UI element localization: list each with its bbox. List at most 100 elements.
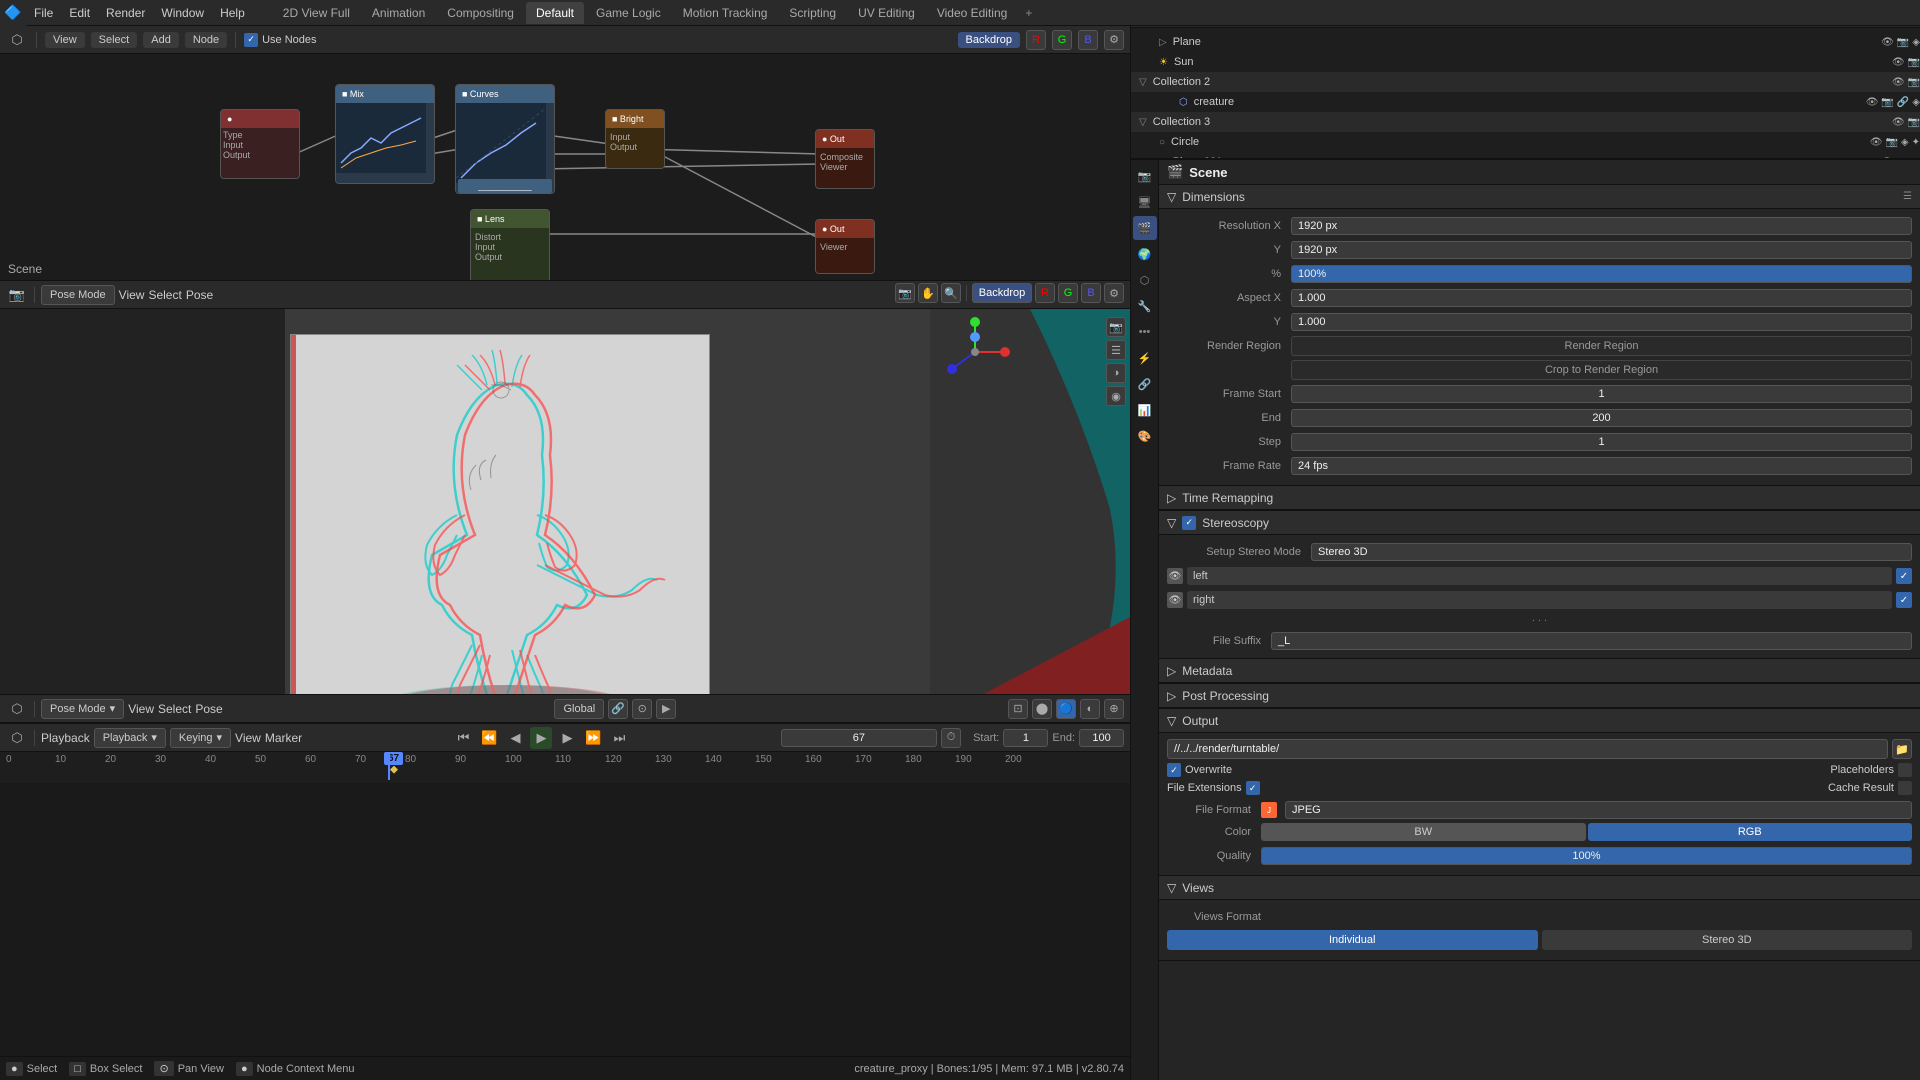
prop-tab-particles[interactable]: ••• (1133, 320, 1157, 344)
node-settings-icon[interactable]: ⚙ (1104, 30, 1124, 50)
cache-result-checkbox[interactable] (1898, 781, 1912, 795)
tab-video-editing[interactable]: Video Editing (927, 2, 1018, 24)
outliner-item-collection2[interactable]: ▽ Collection 2 👁 📷 (1131, 72, 1920, 92)
prop-tab-scene[interactable]: 🎬 (1133, 216, 1157, 240)
menu-edit[interactable]: Edit (61, 0, 98, 26)
node-add-menu[interactable]: Add (143, 32, 179, 48)
prop-tab-output[interactable]: 🖥 (1133, 190, 1157, 214)
menu-render[interactable]: Render (98, 0, 153, 26)
backdrop-btn[interactable]: Backdrop (958, 32, 1020, 48)
pl001-camera-icon[interactable]: 📷 (1896, 157, 1908, 159)
outliner-item-plane001[interactable]: ▷ Plane.001 👁 📷 ✦ (1131, 152, 1920, 158)
viewport-pose-btn[interactable]: Pose (186, 288, 213, 302)
pl001-eye-icon[interactable]: 👁 (1880, 157, 1893, 159)
res-y-value[interactable]: 1920 px (1291, 241, 1912, 259)
pose-mode-icon[interactable]: ⬡ (6, 698, 28, 720)
render-region-btn[interactable]: Render Region (1291, 336, 1912, 356)
timeline-icon[interactable]: ⬡ (6, 727, 28, 749)
pose-mode-dropdown[interactable]: Pose Mode (41, 285, 115, 305)
rgb-btn[interactable]: RGB (1588, 823, 1913, 841)
tab-default[interactable]: Default (526, 2, 584, 24)
prop-tab-data[interactable]: 📊 (1133, 398, 1157, 422)
proportional-edit-btn[interactable]: ⊙ (632, 699, 652, 719)
creature-camera-icon[interactable]: 📷 (1881, 97, 1893, 108)
res-pct-value[interactable]: 100% (1291, 265, 1912, 283)
snap-btn[interactable]: 🔗 (608, 699, 628, 719)
file-ext-checkbox[interactable]: ✓ (1246, 781, 1260, 795)
coll3-eye-icon[interactable]: 👁 (1892, 117, 1905, 128)
vp-solid-btn[interactable]: ⬤ (1032, 699, 1052, 719)
node-box-1[interactable]: ● Type Input Output (220, 109, 300, 179)
viewport-canvas[interactable]: Camera Perspective (67) creature_proxy :… (0, 309, 1130, 722)
bw-btn[interactable]: BW (1261, 823, 1586, 841)
tab-animation[interactable]: Animation (362, 2, 435, 24)
node-box-7[interactable]: ● Out Viewer (815, 219, 875, 274)
vp-more-btn[interactable]: ⊕ (1104, 699, 1124, 719)
file-format-value[interactable]: JPEG (1285, 801, 1912, 819)
pl001-extra-icon[interactable]: ✦ (1912, 157, 1920, 159)
vp-wire-btn[interactable]: ⊡ (1008, 699, 1028, 719)
viewport-view-btn[interactable]: View (119, 288, 145, 302)
time-remapping-header[interactable]: ▷ Time Remapping (1159, 486, 1920, 510)
tl-view-btn[interactable]: View (235, 731, 261, 745)
jump-end-btn[interactable]: ⏭ (608, 727, 630, 749)
vp-shading-btn[interactable]: ◑ (1106, 363, 1126, 383)
output-path-field[interactable]: //../../render/turntable/ (1167, 739, 1888, 759)
prop-tab-modifier[interactable]: 🔧 (1133, 294, 1157, 318)
jump-start-btn[interactable]: ⏮ (452, 727, 474, 749)
add-workspace-button[interactable]: + (1019, 6, 1038, 20)
circle-eye-icon[interactable]: 👁 (1870, 137, 1883, 148)
timeline-ruler[interactable]: 0 10 20 30 40 50 60 70 80 90 100 110 120… (0, 752, 1130, 780)
playback-btn[interactable]: Playback (41, 731, 90, 745)
left-eye-check[interactable]: ✓ (1896, 568, 1912, 584)
plane-camera-icon[interactable]: 📷 (1897, 37, 1909, 48)
node-box-4[interactable]: ■ Bright Input Output (605, 109, 665, 169)
outliner-item-circle[interactable]: ○ Circle 👁 📷 ◈ ✦ (1131, 132, 1920, 152)
frame-end-value[interactable]: 200 (1291, 409, 1912, 427)
end-frame-field[interactable]: 100 (1079, 729, 1124, 747)
keying-dropdown[interactable]: Keying ▾ (170, 728, 231, 748)
node-b-icon[interactable]: B (1078, 30, 1098, 50)
tab-2d-view-full[interactable]: 2D View Full (273, 2, 360, 24)
individual-btn[interactable]: Individual (1167, 930, 1538, 950)
right-eye-check[interactable]: ✓ (1896, 592, 1912, 608)
pose-view-btn[interactable]: View (128, 702, 154, 716)
frame-rate-value[interactable]: 24 fps (1291, 457, 1912, 475)
creature-extra-icon[interactable]: ◈ (1912, 97, 1920, 108)
aspect-y-value[interactable]: 1.000 (1291, 313, 1912, 331)
viewport-backdrop-btn[interactable]: Backdrop (972, 283, 1032, 303)
outliner-item-plane[interactable]: ▷ Plane 👁 📷 ◈ (1131, 32, 1920, 52)
output-header[interactable]: ▽ Output (1159, 709, 1920, 733)
use-nodes-checkbox[interactable]: ✓ (244, 33, 258, 47)
prev-keyframe-btn[interactable]: ⏪ (478, 727, 500, 749)
node-editor-type-icon[interactable]: ⬡ (6, 29, 28, 51)
res-x-value[interactable]: 1920 px (1291, 217, 1912, 235)
vp-rendered-btn[interactable]: ◐ (1080, 699, 1100, 719)
stereo-3d-btn[interactable]: Stereo 3D (1542, 930, 1913, 950)
node-box-2[interactable]: ■ Mix (335, 84, 435, 184)
tab-motion-tracking[interactable]: Motion Tracking (673, 2, 778, 24)
coll2-camera-icon[interactable]: 📷 (1908, 77, 1920, 88)
menu-help[interactable]: Help (212, 0, 253, 26)
tab-game-logic[interactable]: Game Logic (586, 2, 671, 24)
plane-eye-icon[interactable]: 👁 (1881, 37, 1894, 48)
sync-btn[interactable]: ⏱ (941, 728, 961, 748)
file-suffix-value[interactable]: _L (1271, 632, 1912, 650)
frame-start-value[interactable]: 1 (1291, 385, 1912, 403)
node-box-6[interactable]: ■ Lens Distort Input Output (470, 209, 550, 281)
transform-gizmo[interactable] (940, 317, 1010, 387)
stereoscopy-checkbox[interactable]: ✓ (1182, 516, 1196, 530)
vp-g-btn[interactable]: G (1058, 283, 1078, 303)
vp-camera-view-btn[interactable]: 📷 (1106, 317, 1126, 337)
step-back-btn[interactable]: ◀ (504, 727, 526, 749)
quality-value[interactable]: 100% (1261, 847, 1912, 865)
aspect-x-value[interactable]: 1.000 (1291, 289, 1912, 307)
metadata-header[interactable]: ▷ Metadata (1159, 659, 1920, 683)
step-forward-btn[interactable]: ▶ (556, 727, 578, 749)
dimensions-header[interactable]: ▽ Dimensions ☰ (1159, 185, 1920, 209)
outliner-item-sun[interactable]: ☀ Sun 👁 📷 (1131, 52, 1920, 72)
vp-lk-btn[interactable]: 🔵 (1056, 699, 1076, 719)
viewport-hand-icon[interactable]: ✋ (918, 283, 938, 303)
vp-b-btn[interactable]: B (1081, 283, 1101, 303)
tl-marker-btn[interactable]: Marker (265, 731, 302, 745)
